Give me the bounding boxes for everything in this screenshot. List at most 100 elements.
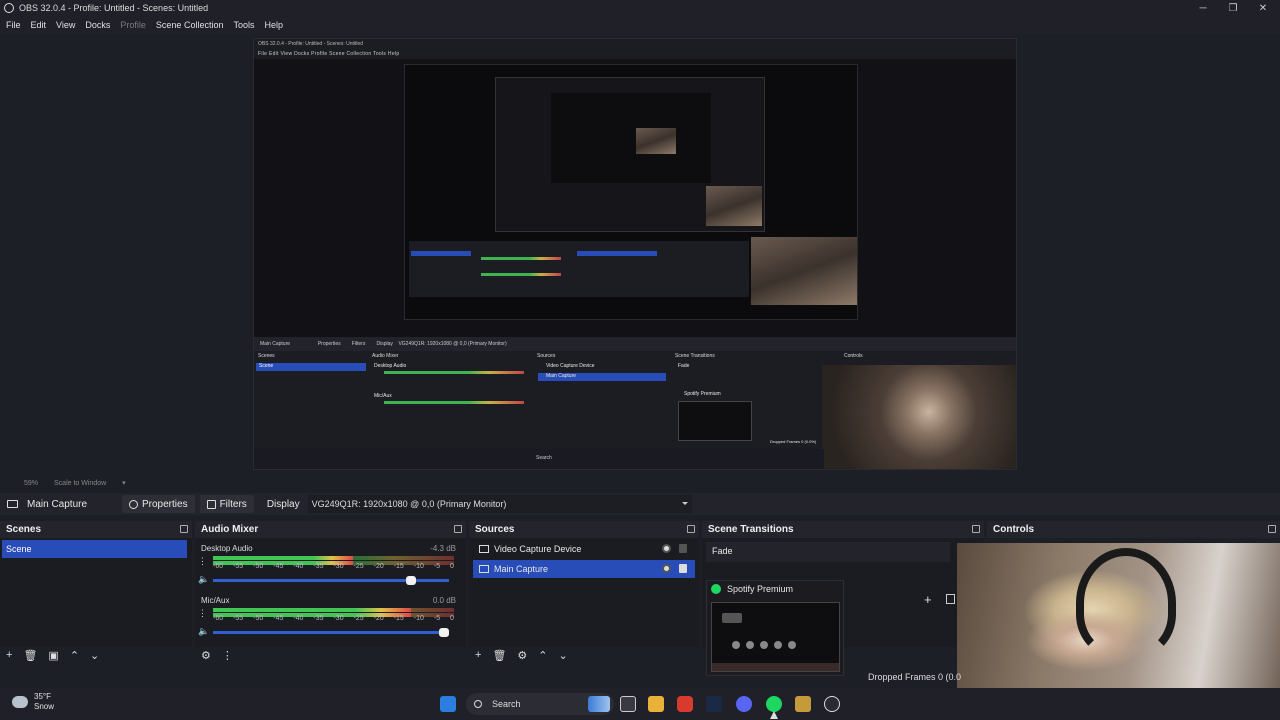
volume-handle[interactable] bbox=[439, 628, 449, 637]
remove-scene-icon[interactable]: 🗑 bbox=[23, 649, 37, 662]
menu-bar: File Edit View Docks Profile Scene Colle… bbox=[0, 16, 1280, 34]
lock-icon[interactable] bbox=[679, 544, 687, 553]
spotify-header: Spotify Premium bbox=[707, 581, 843, 597]
camera-icon bbox=[479, 545, 489, 553]
filters-button[interactable]: Filters bbox=[199, 495, 254, 513]
source-item-main-capture[interactable]: Main Capture bbox=[473, 560, 695, 578]
scale-mode[interactable]: Scale to Window bbox=[54, 480, 106, 487]
nested-dropped: Dropped Frames 0 (0.0%) bbox=[770, 439, 817, 444]
add-source-icon[interactable]: + bbox=[475, 649, 481, 661]
search-highlight-icon[interactable] bbox=[588, 696, 610, 712]
lock-icon[interactable] bbox=[679, 564, 687, 573]
move-down-icon[interactable]: ⌄ bbox=[559, 649, 568, 662]
menu-edit[interactable]: Edit bbox=[31, 20, 47, 30]
more-icon[interactable]: ⋮ bbox=[198, 556, 207, 567]
source-context-bar: Main Capture Properties Filters Display … bbox=[0, 493, 1280, 515]
eye-icon[interactable] bbox=[662, 544, 671, 553]
windows-start-icon[interactable] bbox=[440, 696, 456, 712]
add-scene-icon[interactable]: + bbox=[6, 649, 12, 661]
undock-icon[interactable] bbox=[687, 525, 695, 533]
nested-transitions-header: Scene Transitions bbox=[675, 353, 715, 359]
move-up-icon[interactable]: ⌃ bbox=[70, 649, 79, 662]
meter-tick-label: -60 bbox=[213, 615, 224, 622]
task-view-icon[interactable] bbox=[620, 696, 636, 712]
undock-icon[interactable] bbox=[180, 525, 188, 533]
spotify-taskbar-icon[interactable] bbox=[766, 696, 782, 712]
app-icon[interactable] bbox=[795, 696, 811, 712]
nested-scenes-header: Scenes bbox=[258, 353, 275, 359]
nested-controls-header: Controls bbox=[844, 353, 863, 359]
properties-button[interactable]: Properties bbox=[122, 495, 195, 513]
add-transition-icon[interactable]: + bbox=[924, 592, 932, 607]
more-icon[interactable]: ⋮ bbox=[198, 608, 207, 619]
controls-title: Controls bbox=[993, 524, 1035, 535]
source-item-video-capture[interactable]: Video Capture Device bbox=[473, 540, 695, 558]
display-select[interactable]: VG249Q1R: 1920x1080 @ 0,0 (Primary Monit… bbox=[307, 495, 692, 513]
brave-browser-icon[interactable] bbox=[677, 696, 693, 712]
weather-widget[interactable]: 35°F Snow bbox=[12, 692, 54, 712]
controls-header: Controls bbox=[987, 521, 1280, 538]
menu-help[interactable]: Help bbox=[264, 20, 283, 30]
move-down-icon[interactable]: ⌄ bbox=[90, 649, 99, 662]
current-source-name: Main Capture bbox=[27, 498, 88, 510]
nested-scene-2 bbox=[411, 251, 471, 256]
undock-icon[interactable] bbox=[1268, 525, 1276, 533]
source-properties-icon[interactable]: ⚙ bbox=[517, 649, 527, 662]
file-explorer-icon[interactable] bbox=[648, 696, 664, 712]
nested-search: Search bbox=[536, 455, 552, 461]
maximize-button[interactable]: ❐ bbox=[1218, 0, 1248, 16]
undock-icon[interactable] bbox=[454, 525, 462, 533]
scene-item[interactable]: Scene bbox=[2, 540, 187, 558]
filter-icon bbox=[206, 499, 216, 509]
trash-icon[interactable] bbox=[946, 594, 955, 604]
nested-meter-desktop bbox=[384, 371, 524, 374]
volume-handle[interactable] bbox=[405, 576, 416, 585]
eye-icon[interactable] bbox=[662, 564, 671, 573]
menu-scene-collection[interactable]: Scene Collection bbox=[156, 20, 224, 30]
volume-slider[interactable] bbox=[213, 576, 449, 585]
channel-name: Desktop Audio bbox=[201, 544, 253, 553]
transition-select[interactable]: Fade bbox=[706, 542, 950, 562]
nested-mixer-header: Audio Mixer bbox=[372, 353, 399, 359]
meter-tick-label: -45 bbox=[273, 615, 284, 622]
menu-tools[interactable]: Tools bbox=[233, 20, 254, 30]
move-up-icon[interactable]: ⌃ bbox=[538, 649, 547, 662]
thumb-avatar bbox=[788, 641, 796, 649]
steam-icon[interactable] bbox=[706, 696, 722, 712]
minimize-button[interactable]: ─ bbox=[1188, 0, 1218, 16]
spotify-thumbnail[interactable] bbox=[711, 602, 840, 672]
obs-taskbar-icon[interactable] bbox=[824, 696, 840, 712]
menu-profile[interactable]: Profile bbox=[120, 20, 146, 30]
remove-source-icon[interactable]: 🗑 bbox=[492, 649, 506, 662]
nested-meter-2b bbox=[481, 273, 561, 276]
meter-tick-label: -50 bbox=[253, 615, 264, 622]
preview-capture: OBS 32.0.4 - Profile: Untitled - Scenes:… bbox=[253, 38, 1017, 470]
headset-shape bbox=[1076, 548, 1176, 658]
nested-menu-bar: File Edit View Docks Profile Scene Colle… bbox=[254, 49, 1016, 59]
menu-view[interactable]: View bbox=[56, 20, 75, 30]
chevron-down-icon[interactable]: ▾ bbox=[122, 479, 126, 487]
audio-mixer-header: Audio Mixer bbox=[195, 521, 466, 538]
scenes-toolbar: + 🗑 ▣ ⌃ ⌄ bbox=[0, 647, 192, 663]
nested-canvas-3 bbox=[495, 77, 765, 232]
menu-docks[interactable]: Docks bbox=[85, 20, 110, 30]
nested-menu: File Edit View Docks Profile Scene Colle… bbox=[258, 51, 400, 57]
spotify-popup[interactable]: Spotify Premium bbox=[706, 580, 844, 676]
spotify-icon bbox=[711, 584, 721, 594]
weather-desc: Snow bbox=[34, 702, 55, 711]
scene-filters-icon[interactable]: ▣ bbox=[48, 649, 58, 662]
speaker-icon[interactable]: 🔈 bbox=[198, 574, 209, 585]
volume-slider[interactable] bbox=[213, 628, 449, 637]
undock-icon[interactable] bbox=[972, 525, 980, 533]
zoom-level[interactable]: 59% bbox=[24, 480, 38, 487]
thumb-avatar bbox=[774, 641, 782, 649]
more-icon[interactable]: ⋮ bbox=[222, 649, 233, 662]
weather-text: 35°F Snow bbox=[34, 692, 54, 712]
filters-label: Filters bbox=[219, 498, 247, 510]
close-button[interactable]: ✕ bbox=[1248, 0, 1278, 16]
menu-file[interactable]: File bbox=[6, 20, 21, 30]
speaker-icon[interactable]: 🔈 bbox=[198, 626, 209, 637]
advanced-audio-icon[interactable]: ⚙ bbox=[201, 649, 211, 662]
meter-tick-label: -15 bbox=[393, 615, 404, 622]
discord-icon[interactable] bbox=[736, 696, 752, 712]
